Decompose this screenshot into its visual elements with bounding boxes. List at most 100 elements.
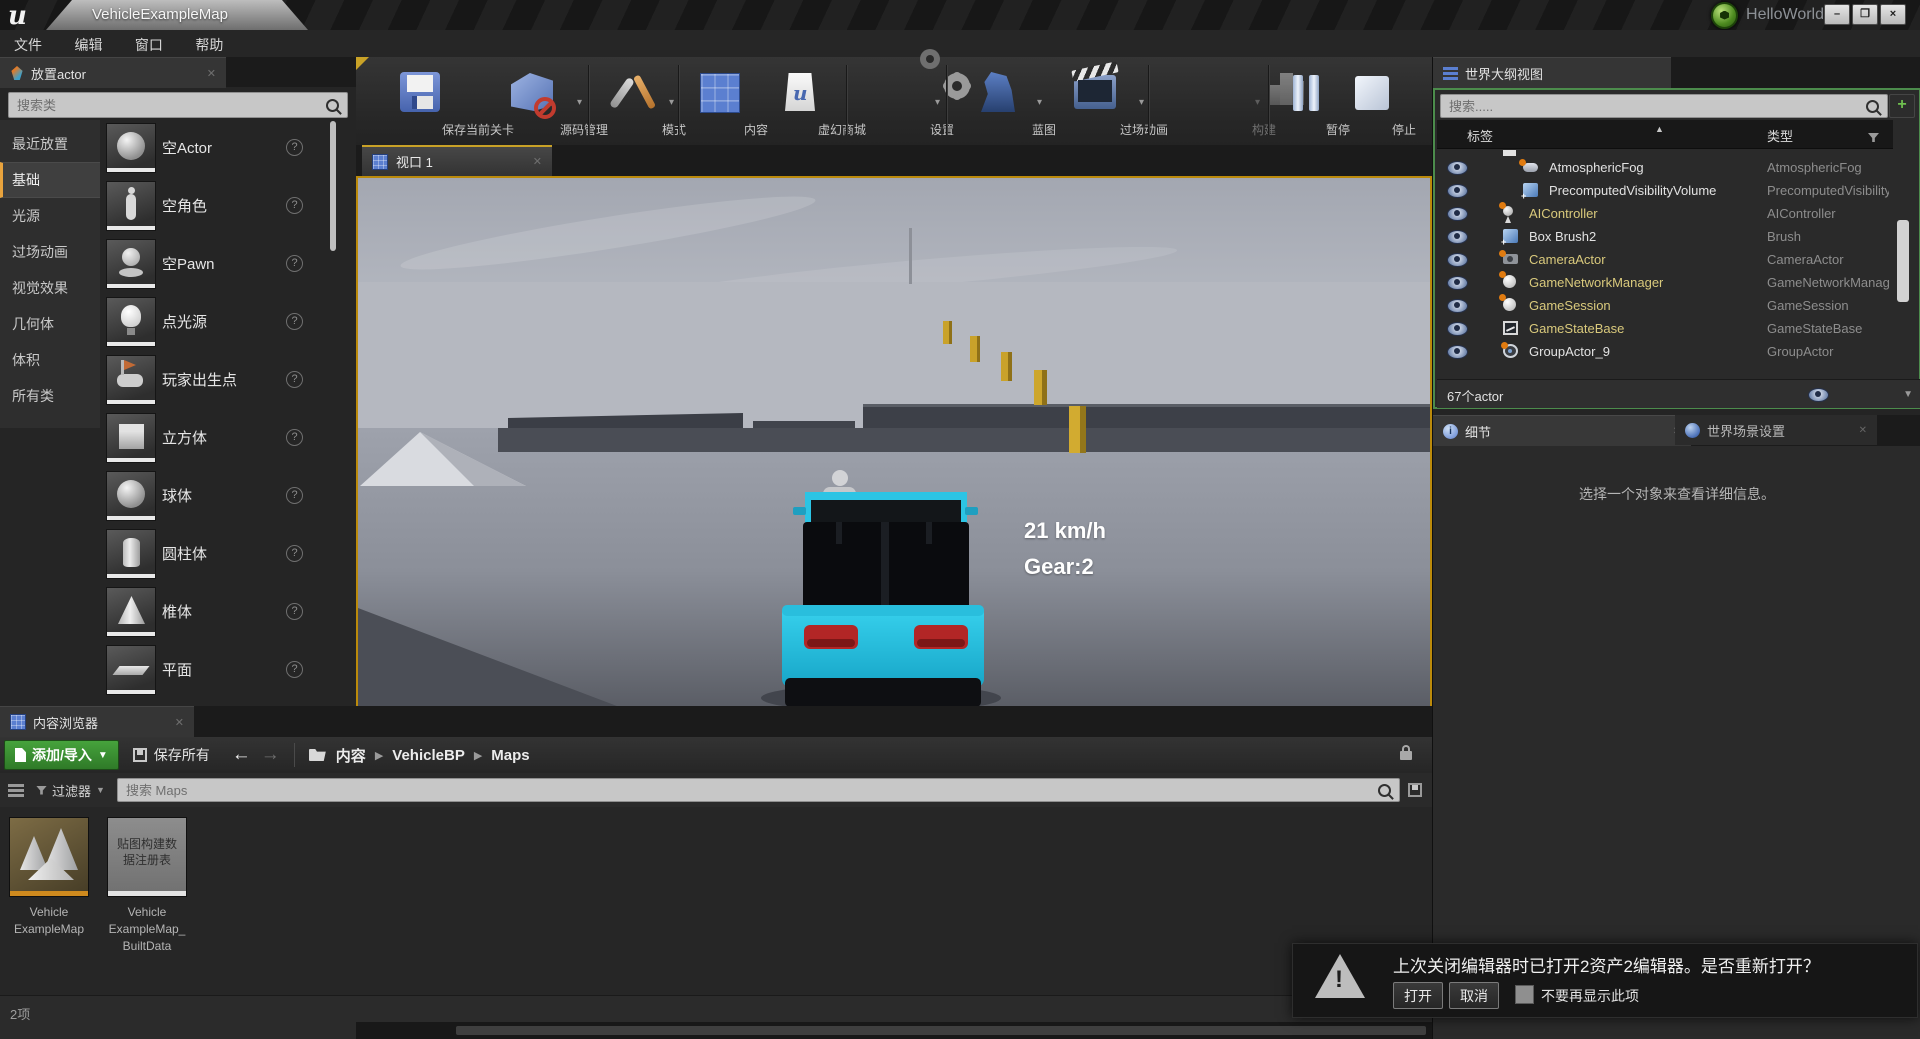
eye-icon[interactable] [1447, 299, 1468, 313]
lock-icon[interactable] [1400, 744, 1412, 760]
place-item-player-start[interactable]: 玩家出生点 ? [100, 350, 330, 408]
help-circle-icon[interactable]: ? [286, 197, 303, 214]
search-input[interactable] [1441, 98, 1862, 114]
marketplace-button[interactable]: 虚幻商城 [758, 61, 866, 141]
window-restore-button[interactable]: ❐ [1852, 4, 1878, 25]
actor-name[interactable]: GroupActor_9 [1529, 344, 1610, 359]
menu-edit[interactable]: 编辑 [60, 30, 116, 55]
help-circle-icon[interactable]: ? [286, 255, 303, 272]
filter-funnel-icon[interactable] [1868, 129, 1879, 147]
stop-button[interactable]: 停止 [1340, 61, 1416, 141]
help-circle-icon[interactable]: ? [286, 545, 303, 562]
breadcrumb-content[interactable]: 内容 [336, 745, 366, 766]
category-lights[interactable]: 光源 [0, 198, 100, 234]
eye-icon[interactable] [1447, 345, 1468, 359]
content-button[interactable]: 内容 [684, 61, 768, 141]
save-search-icon[interactable] [1408, 783, 1422, 797]
eye-icon[interactable] [1447, 253, 1468, 267]
modes-button[interactable]: 模式 [594, 61, 686, 141]
category-visual[interactable]: 视觉效果 [0, 270, 100, 306]
table-row[interactable]: CameraActor CameraActor [1437, 248, 1893, 271]
actor-name[interactable]: GameNetworkManager [1529, 275, 1663, 290]
place-item-empty-actor[interactable]: 空Actor ? [100, 118, 330, 176]
titlebar[interactable]: u VehicleExampleMap HelloWorld – ❐ × [0, 0, 1920, 31]
content-search[interactable] [116, 778, 1400, 802]
eye-icon[interactable] [1447, 184, 1468, 198]
help-circle-icon[interactable]: ? [286, 603, 303, 620]
add-actor-button[interactable]: + [1889, 94, 1915, 118]
build-button[interactable]: 构建 [1154, 61, 1304, 141]
column-type[interactable]: 类型 [1767, 126, 1793, 145]
close-icon[interactable]: ✕ [175, 716, 184, 729]
actor-name[interactable]: PrecomputedVisibilityVolume [1549, 183, 1716, 198]
table-row[interactable]: GameStateBase GameStateBase [1437, 317, 1893, 340]
table-row[interactable]: AIController AIController [1437, 202, 1893, 225]
category-volumes[interactable]: 体积 [0, 342, 100, 378]
place-item-point-light[interactable]: 点光源 ? [100, 292, 330, 350]
actor-name[interactable]: GameStateBase [1529, 321, 1624, 336]
place-actors-search[interactable] [8, 92, 348, 118]
close-icon[interactable]: ✕ [1859, 425, 1867, 436]
eye-icon[interactable] [1447, 161, 1468, 175]
help-circle-icon[interactable]: ? [286, 371, 303, 388]
close-icon[interactable]: ✕ [533, 155, 542, 168]
tab-viewport-1[interactable]: 视口 1 ✕ [362, 145, 552, 176]
scrollbar[interactable] [1897, 220, 1909, 302]
window-minimize-button[interactable]: – [1824, 4, 1850, 25]
close-icon[interactable]: ✕ [207, 67, 216, 80]
place-item-cube[interactable]: 立方体 ? [100, 408, 330, 466]
eye-icon[interactable] [1447, 276, 1468, 290]
actor-name[interactable]: GameSession [1529, 298, 1611, 313]
column-label[interactable]: 标签 [1467, 126, 1493, 145]
actor-name[interactable]: AtmosphericFog [1549, 160, 1644, 175]
help-circle-icon[interactable]: ? [286, 429, 303, 446]
category-basic[interactable]: 基础 [0, 162, 100, 198]
category-cinematic[interactable]: 过场动画 [0, 234, 100, 270]
save-all-button[interactable]: 保存所有 [132, 745, 210, 765]
place-item-cylinder[interactable]: 圆柱体 ? [100, 524, 330, 582]
place-item-empty-pawn[interactable]: 空Pawn ? [100, 234, 330, 292]
place-item-sphere[interactable]: 球体 ? [100, 466, 330, 524]
scrollbar-thumb[interactable] [456, 1026, 1426, 1035]
eye-icon[interactable] [1447, 322, 1468, 336]
back-arrow-icon[interactable]: ← [232, 744, 251, 766]
filters-button[interactable]: 过滤器 ▼ [36, 781, 105, 800]
actor-name[interactable]: Box Brush2 [1529, 229, 1596, 244]
asset-vehicle-examplemap-builtdata[interactable]: 贴图构建数 据注册表 Vehicle ExampleMap_ BuiltData [99, 817, 195, 955]
table-row[interactable]: Box Brush2 Brush [1437, 225, 1893, 248]
tab-content-browser[interactable]: 内容浏览器 ✕ [0, 706, 194, 737]
tab-details[interactable]: i 细节 ✕ [1433, 415, 1691, 446]
cinematics-button[interactable]: 过场动画 [1046, 61, 1168, 141]
help-circle-icon[interactable]: ? [286, 313, 303, 330]
table-row[interactable]: PrecomputedVisibilityVolume PrecomputedV… [1437, 179, 1893, 202]
asset-vehicle-examplemap[interactable]: Vehicle ExampleMap [1, 817, 97, 938]
table-row[interactable]: GroupActor_9 GroupActor [1437, 340, 1893, 363]
category-geometry[interactable]: 几何体 [0, 306, 100, 342]
help-circle-icon[interactable]: ? [286, 139, 303, 156]
place-item-empty-character[interactable]: 空角色 ? [100, 176, 330, 234]
actor-name[interactable]: CameraActor [1529, 252, 1606, 267]
save-level-button[interactable]: 保存当前关卡 [362, 61, 514, 141]
menu-window[interactable]: 窗口 [121, 30, 177, 55]
menu-file[interactable]: 文件 [0, 30, 56, 55]
table-row[interactable]: AtmosphericFog AtmosphericFog [1437, 156, 1893, 179]
table-row[interactable]: GameNetworkManager GameNetworkManager [1437, 271, 1893, 294]
bottom-scrollbar[interactable] [356, 1022, 1432, 1039]
sort-arrow-icon[interactable]: ▲ [1655, 124, 1664, 134]
search-input[interactable] [117, 782, 1374, 798]
help-circle-icon[interactable]: ? [286, 661, 303, 678]
add-import-button[interactable]: 添加/导入 ▼ [4, 740, 119, 770]
table-row[interactable]: GameSession GameSession [1437, 294, 1893, 317]
eye-icon[interactable] [1447, 207, 1468, 221]
viewport[interactable]: 21 km/h Gear:2 [356, 176, 1432, 716]
category-all[interactable]: 所有类 [0, 378, 100, 414]
help-circle-icon[interactable]: ? [286, 487, 303, 504]
search-input[interactable] [9, 97, 322, 113]
actor-name[interactable]: AIController [1529, 206, 1598, 221]
level-tab[interactable]: VehicleExampleMap [46, 0, 308, 30]
scrollbar[interactable] [330, 121, 336, 251]
outliner-search[interactable] [1440, 94, 1888, 118]
tab-world-settings[interactable]: 世界场景设置 ✕ [1675, 415, 1877, 445]
window-close-button[interactable]: × [1880, 4, 1906, 25]
sources-panel-icon[interactable] [8, 783, 24, 797]
